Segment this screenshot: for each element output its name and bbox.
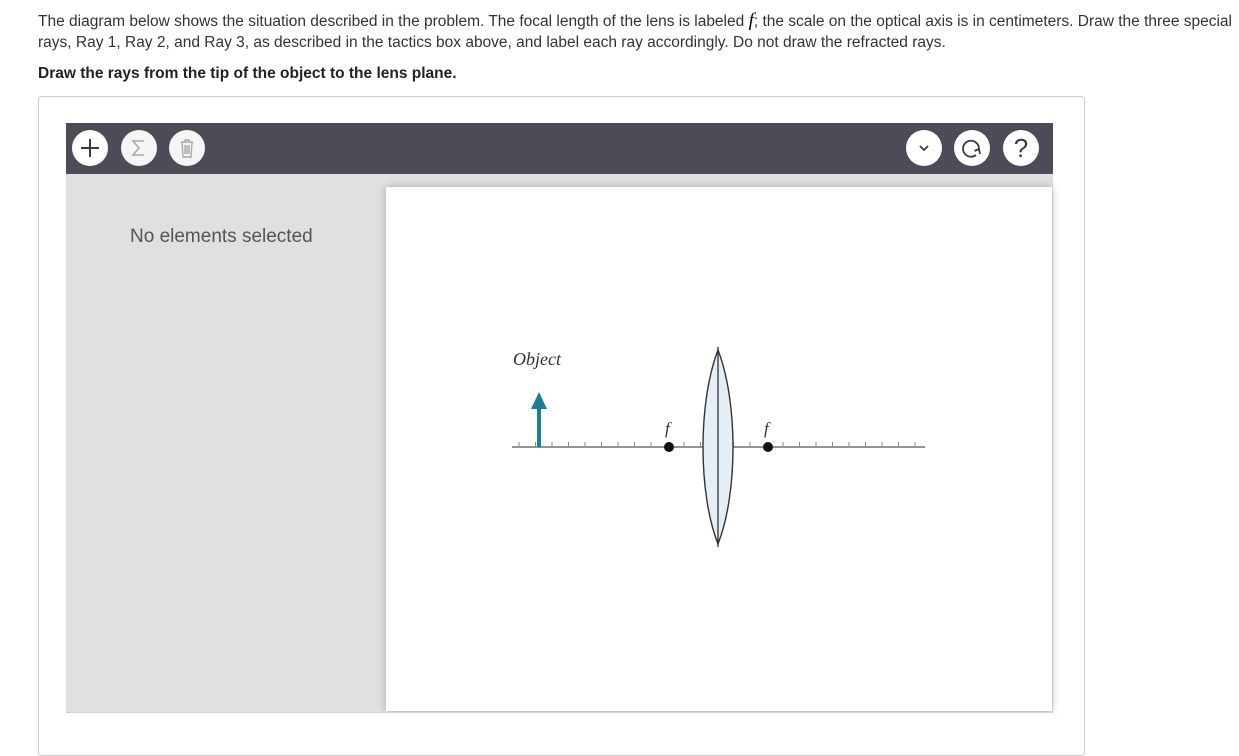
reset-button[interactable] [954,130,990,166]
focal-label-left: f [665,419,672,438]
instruction-heading: Draw the rays from the tip of the object… [38,65,457,82]
lens-diagram: Object f f [512,347,925,547]
problem-statement: The diagram below shows the situation de… [38,10,1239,53]
expand-button[interactable] [906,130,942,166]
plus-icon [81,139,99,157]
delete-button[interactable] [169,130,205,166]
sigma-button[interactable] [121,130,157,166]
focal-point-right [763,442,773,452]
help-icon: ? [1013,132,1029,163]
add-button[interactable] [72,130,108,166]
trash-icon [181,139,193,158]
object-label: Object [513,349,562,369]
bottom-bar [66,712,1053,744]
properties-panel: No elements selected [66,174,379,712]
sigma-icon [131,140,144,156]
reset-icon [962,139,981,158]
help-button[interactable]: ? [1003,130,1039,166]
toolbar: ? [66,123,1053,174]
drawing-tool: ? No elements selected Object f f [66,123,1053,744]
chevron-down-icon [919,145,929,152]
focal-label-right: f [764,419,771,438]
object-arrow-head[interactable] [531,392,547,409]
problem-text-before: The diagram below shows the situation de… [38,13,749,30]
selection-status: No elements selected [130,226,313,247]
focal-point-left [664,442,674,452]
drawing-canvas[interactable]: Object f f [386,187,1052,711]
